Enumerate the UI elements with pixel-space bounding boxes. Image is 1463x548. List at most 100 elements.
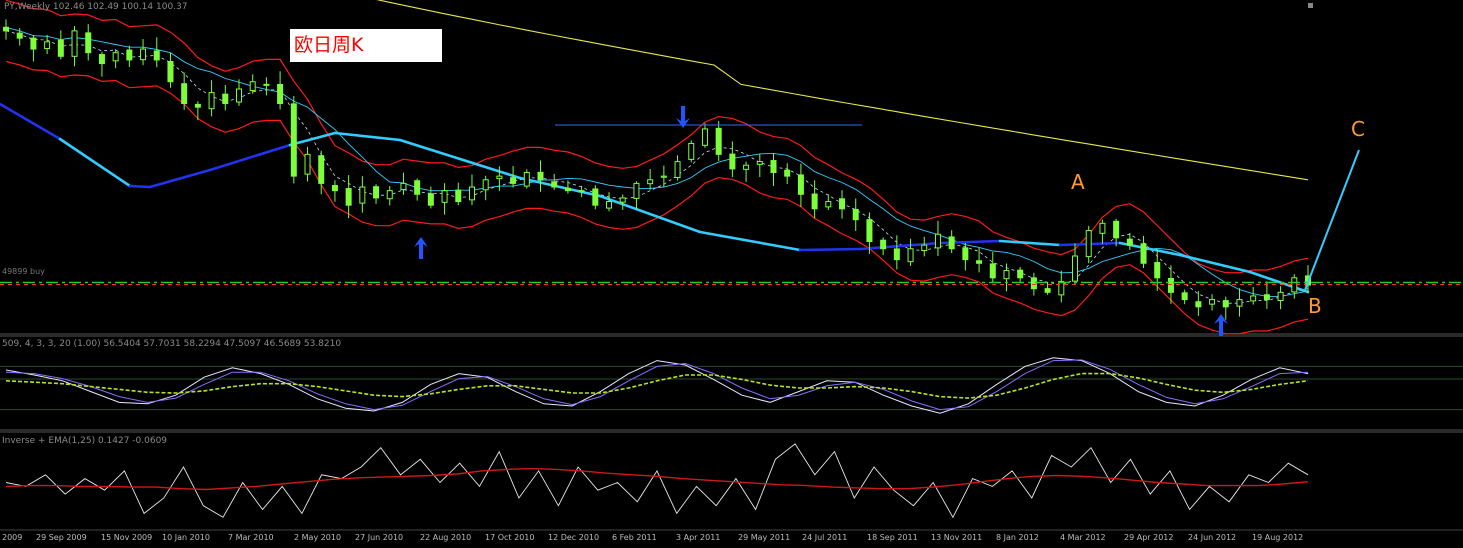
bear-candle-body xyxy=(427,193,434,206)
wave-label-c: C xyxy=(1351,117,1365,141)
bull-candle-body xyxy=(647,179,654,185)
bull-candle-body xyxy=(1277,291,1284,302)
x-tick-label: 12 Dec 2010 xyxy=(548,533,600,542)
bear-candle-body xyxy=(811,193,818,210)
x-tick-label: 4 Mar 2012 xyxy=(1060,533,1106,542)
x-tick-label: 17 Oct 2010 xyxy=(485,533,535,542)
bear-candle-body xyxy=(1126,238,1133,246)
bull-candle-body xyxy=(1250,295,1257,302)
bear-candle-body xyxy=(331,185,338,192)
wave-label-a: A xyxy=(1071,170,1085,194)
bull-candle-body xyxy=(660,175,667,178)
bear-candle-body xyxy=(1113,220,1120,239)
bull-candle-body xyxy=(112,52,119,62)
bear-candle-body xyxy=(839,198,846,210)
x-tick-label: 29 Sep 2009 xyxy=(36,533,87,542)
x-tick-label: 24 Jul 2011 xyxy=(802,533,848,542)
bull-candle-body xyxy=(907,248,914,263)
bear-candle-body xyxy=(3,26,9,32)
bull-candle-body xyxy=(441,190,448,203)
bear-candle-body xyxy=(222,93,229,105)
x-tick-label: 6 Feb 2011 xyxy=(612,533,657,542)
bull-candle-body xyxy=(140,48,147,61)
bull-candle-body xyxy=(523,172,530,187)
x-tick-label: 13 Nov 2011 xyxy=(931,533,983,542)
bear-candle-body xyxy=(893,248,900,261)
bear-candle-body xyxy=(455,189,462,203)
x-tick-label: 15 Nov 2009 xyxy=(101,533,153,542)
bear-candle-body xyxy=(1195,301,1202,308)
bear-candle-body xyxy=(345,188,352,206)
bear-candle-body xyxy=(16,32,23,39)
bull-candle-body xyxy=(496,175,503,180)
bull-candle-body xyxy=(71,30,78,57)
ma-segment xyxy=(128,184,152,189)
bear-candle-body xyxy=(167,60,174,83)
x-tick-label: 29 May 2011 xyxy=(738,533,791,542)
chart-canvas xyxy=(0,0,1463,548)
bull-candle-body xyxy=(386,190,393,200)
bull-candle-body xyxy=(688,142,695,160)
bull-candle-body xyxy=(1099,222,1106,234)
bull-candle-body xyxy=(619,197,626,203)
bear-candle-body xyxy=(181,83,188,105)
bull-candle-body xyxy=(578,190,585,193)
bear-candle-body xyxy=(962,247,969,261)
x-tick-label: 3 Apr 2011 xyxy=(676,533,721,542)
bull-candle-body xyxy=(1085,230,1092,258)
bear-candle-body xyxy=(976,260,983,264)
x-tick-label: 29 Apr 2012 xyxy=(1124,533,1174,542)
bear-candle-body xyxy=(1017,269,1024,279)
bull-candle-body xyxy=(44,41,51,50)
x-tick-label: 7 Mar 2010 xyxy=(228,533,274,542)
bear-candle-body xyxy=(852,208,859,221)
bear-candle-body xyxy=(318,155,325,184)
chart-caption: 欧日周K xyxy=(290,29,442,62)
x-tick-label: 10 Jan 2010 xyxy=(162,533,210,542)
bear-candle-body xyxy=(414,180,421,195)
bull-candle-body xyxy=(359,186,366,204)
x-tick-label: 2 May 2010 xyxy=(294,533,342,542)
bull-candle-body xyxy=(934,233,941,249)
bull-candle-body xyxy=(825,201,832,208)
x-tick-label: 27 Jun 2010 xyxy=(355,533,404,542)
bear-candle-body xyxy=(797,174,804,195)
x-tick-label: 22 Aug 2010 xyxy=(420,533,472,542)
bull-candle-body xyxy=(1003,270,1010,280)
bear-candle-body xyxy=(537,171,544,181)
bull-candle-body xyxy=(756,161,763,165)
bear-candle-body xyxy=(592,188,599,206)
main-panel-header: PY,Weekly 102.46 102.49 100.14 100.37 xyxy=(4,2,188,12)
bear-candle-body xyxy=(989,263,996,279)
chart-background xyxy=(0,0,1463,548)
bull-candle-body xyxy=(701,128,708,146)
bear-candle-body xyxy=(1167,277,1174,293)
bear-candle-body xyxy=(30,37,37,50)
x-tick-label: 18 Sep 2011 xyxy=(867,533,918,542)
bear-candle-body xyxy=(373,186,380,199)
bull-candle-body xyxy=(633,182,640,199)
bear-candle-body xyxy=(57,39,64,57)
bull-candle-body xyxy=(1058,280,1065,296)
bear-candle-body xyxy=(1154,262,1161,279)
bull-candle-body xyxy=(304,153,311,175)
bear-candle-body xyxy=(948,236,955,250)
bull-candle-body xyxy=(235,88,242,103)
stochastic-header: 509, 4, 3, 3, 20 (1.00) 56.5404 57.7031 … xyxy=(2,339,342,349)
bear-candle-body xyxy=(564,187,571,192)
bear-candle-body xyxy=(290,103,297,177)
bear-candle-body xyxy=(715,127,722,155)
bear-candle-body xyxy=(126,49,133,61)
bull-candle-body xyxy=(1209,299,1216,305)
bear-candle-body xyxy=(510,177,517,184)
bull-candle-body xyxy=(921,244,928,251)
bull-candle-body xyxy=(468,186,475,201)
bull-candle-body xyxy=(743,164,750,170)
bear-candle-body xyxy=(1222,300,1229,308)
x-tick-label: 24 Jun 2012 xyxy=(1188,533,1237,542)
bull-candle-body xyxy=(482,179,489,191)
bear-candle-body xyxy=(263,83,270,86)
bull-candle-body xyxy=(1072,255,1079,282)
bear-candle-body xyxy=(98,54,105,65)
bear-candle-body xyxy=(551,181,558,188)
